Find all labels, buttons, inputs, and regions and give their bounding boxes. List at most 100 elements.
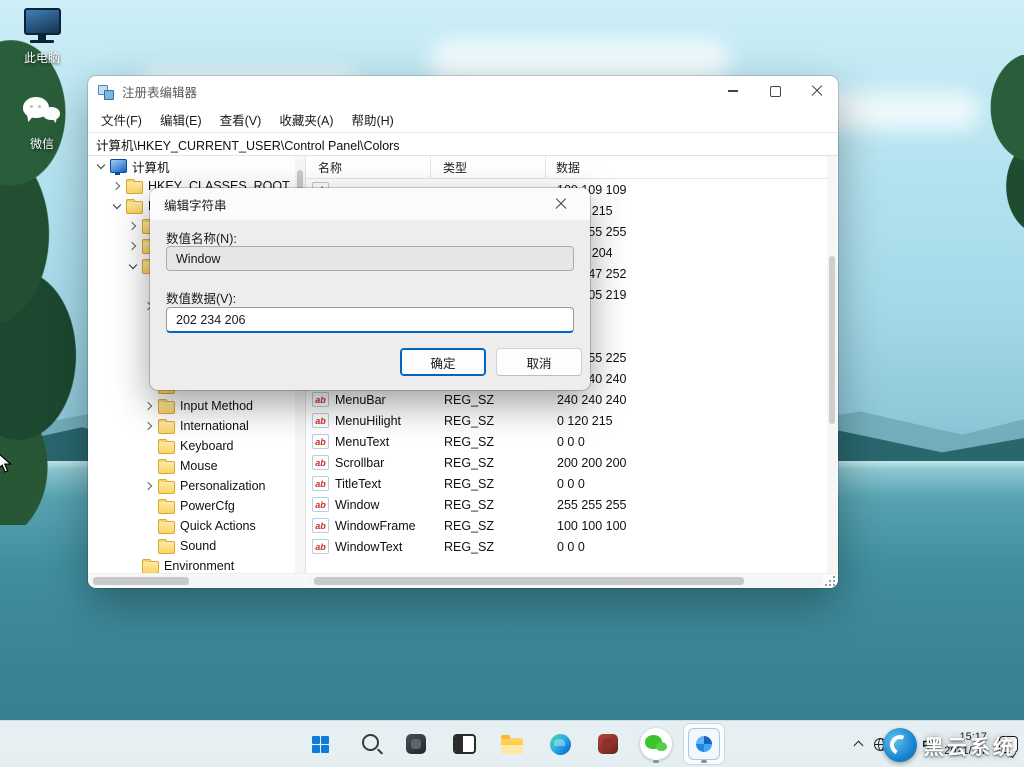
tree-item-powercfg[interactable]: PowerCfg — [88, 496, 295, 516]
folder-icon — [158, 418, 175, 434]
taskbar-button-app-dark[interactable] — [396, 724, 436, 764]
folder-icon — [142, 558, 159, 574]
scrollbar-thumb[interactable] — [93, 577, 189, 585]
desktop: 此电脑 微信 注册表编辑器 文件(F) 编辑(E) 查看(V) 收藏夹(A) 帮助(H) … — [0, 0, 1024, 767]
menu-item-3[interactable]: 收藏夹(A) — [270, 107, 342, 132]
tree-item-sound[interactable]: Sound — [88, 536, 295, 556]
value-name-field[interactable]: Window — [166, 246, 574, 271]
hidden-icons-chevron-icon[interactable] — [852, 738, 864, 750]
taskbar-button-wechat[interactable] — [636, 724, 676, 764]
desktop-icon-this-pc[interactable]: 此电脑 — [10, 6, 74, 66]
value-data: 0 0 0 — [557, 434, 585, 449]
chevron-right-icon[interactable] — [126, 219, 140, 233]
list-vertical-scrollbar[interactable] — [827, 156, 837, 574]
computer-icon — [110, 159, 127, 175]
chevron-right-icon[interactable] — [126, 239, 140, 253]
taskbar-button-edge[interactable] — [540, 724, 580, 764]
chevron-right-icon[interactable] — [110, 179, 124, 193]
value-name: TitleText — [335, 476, 382, 491]
scrollbar-thumb[interactable] — [314, 577, 744, 585]
wechat-icon — [640, 728, 672, 760]
value-data: 191 205 219 — [557, 287, 627, 302]
desktop-icon-wechat[interactable]: 微信 — [10, 92, 74, 152]
tree-item-label: Environment — [164, 559, 235, 573]
value-type: REG_SZ — [444, 539, 495, 554]
taskbar-icons — [300, 724, 724, 764]
notification-center-icon[interactable] — [999, 735, 1018, 753]
chevron-right-icon[interactable] — [142, 419, 156, 433]
clock-date: 2021/7/7 — [944, 745, 987, 757]
dialog-titlebar[interactable]: 编辑字符串 — [150, 188, 590, 220]
ime-indicator[interactable]: 中 — [922, 736, 934, 753]
cancel-button[interactable]: 取消 — [496, 348, 582, 376]
value-name: WindowText — [335, 539, 403, 554]
ok-button[interactable]: 确定 — [400, 348, 486, 376]
tree-item-international[interactable]: International — [88, 416, 295, 436]
tree-item-keyboard[interactable]: Keyboard — [88, 436, 295, 456]
tree-item-quick-actions[interactable]: Quick Actions — [88, 516, 295, 536]
registry-value-row-menubar[interactable]: ab MenuBar REG_SZ 240 240 240 — [306, 389, 827, 410]
menu-item-1[interactable]: 编辑(E) — [151, 107, 211, 132]
tree-item-personalization[interactable]: Personalization — [88, 476, 295, 496]
scrollbar-thumb[interactable] — [829, 256, 835, 424]
string-value-icon: ab — [312, 539, 329, 554]
tree-item-label: PowerCfg — [180, 499, 235, 513]
registry-value-row-menuhilight[interactable]: ab MenuHilight REG_SZ 0 120 215 — [306, 410, 827, 431]
tree-item-input-method[interactable]: Input Method — [88, 396, 295, 416]
tree-item-计算机[interactable]: 计算机 — [88, 156, 295, 176]
registry-value-row-window[interactable]: ab Window REG_SZ 255 255 255 — [306, 494, 827, 515]
value-data: 255 255 225 — [557, 350, 627, 365]
minimize-icon — [728, 90, 738, 92]
address-bar[interactable]: 计算机\HKEY_CURRENT_USER\Control Panel\Colo… — [88, 132, 838, 156]
taskbar-button-app-blue[interactable] — [684, 724, 724, 764]
tree-item-environment[interactable]: Environment — [88, 556, 295, 574]
chevron-down-icon[interactable] — [126, 259, 140, 273]
folder-icon — [158, 478, 175, 494]
column-header-2[interactable]: 数据 — [545, 156, 827, 178]
tree-item-mouse[interactable]: Mouse — [88, 456, 295, 476]
taskbar-button-file-explorer[interactable] — [492, 724, 532, 764]
minimize-button[interactable] — [712, 76, 754, 106]
app-red-icon — [598, 734, 618, 754]
taskbar-button-search[interactable] — [348, 724, 388, 764]
edit-string-dialog: 编辑字符串 数值名称(N): Window 数值数据(V): 202 234 2… — [150, 188, 590, 390]
taskbar-clock[interactable]: 15:17 2021/7/7 — [944, 730, 987, 759]
value-data: 240 240 240 — [557, 392, 627, 407]
list-header: 名称 类型 数据 — [306, 156, 827, 179]
network-icon[interactable] — [874, 737, 888, 751]
value-data-label: 数值数据(V): — [166, 292, 237, 306]
folder-icon — [158, 518, 175, 534]
wechat-icon — [21, 92, 63, 132]
registry-value-row-windowtext[interactable]: ab WindowText REG_SZ 0 0 0 — [306, 536, 827, 557]
maximize-button[interactable] — [754, 76, 796, 106]
menu-item-4[interactable]: 帮助(H) — [342, 107, 402, 132]
value-data: 0 120 215 — [557, 413, 613, 428]
taskbar-button-task-view[interactable] — [444, 724, 484, 764]
chevron-down-icon[interactable] — [94, 159, 108, 173]
chevron-right-icon[interactable] — [142, 399, 156, 413]
string-value-icon: ab — [312, 497, 329, 512]
value-data-field[interactable]: 202 234 206 — [166, 307, 574, 333]
registry-value-row-scrollbar[interactable]: ab Scrollbar REG_SZ 200 200 200 — [306, 452, 827, 473]
this-pc-icon — [21, 6, 63, 46]
registry-value-row-menutext[interactable]: ab MenuText REG_SZ 0 0 0 — [306, 431, 827, 452]
start-icon — [311, 735, 329, 753]
registry-value-row-windowframe[interactable]: ab WindowFrame REG_SZ 100 100 100 — [306, 515, 827, 536]
tree-horizontal-scrollbar[interactable] — [88, 575, 305, 587]
menu-item-0[interactable]: 文件(F) — [92, 107, 151, 132]
close-button[interactable] — [796, 76, 838, 106]
column-header-1[interactable]: 类型 — [430, 156, 545, 178]
window-titlebar[interactable]: 注册表编辑器 — [88, 76, 838, 106]
chevron-right-icon[interactable] — [142, 479, 156, 493]
registry-value-row-titletext[interactable]: ab TitleText REG_SZ 0 0 0 — [306, 473, 827, 494]
menu-item-2[interactable]: 查看(V) — [211, 107, 271, 132]
taskbar-button-start[interactable] — [300, 724, 340, 764]
taskbar-button-app-red[interactable] — [588, 724, 628, 764]
list-horizontal-scrollbar[interactable] — [306, 575, 823, 587]
resize-grip[interactable] — [824, 575, 837, 587]
value-name: WindowFrame — [335, 518, 416, 533]
dialog-close-button[interactable] — [546, 188, 576, 220]
chevron-down-icon[interactable] — [110, 199, 124, 213]
column-header-0[interactable]: 名称 — [306, 156, 430, 178]
volume-icon[interactable] — [897, 738, 912, 751]
